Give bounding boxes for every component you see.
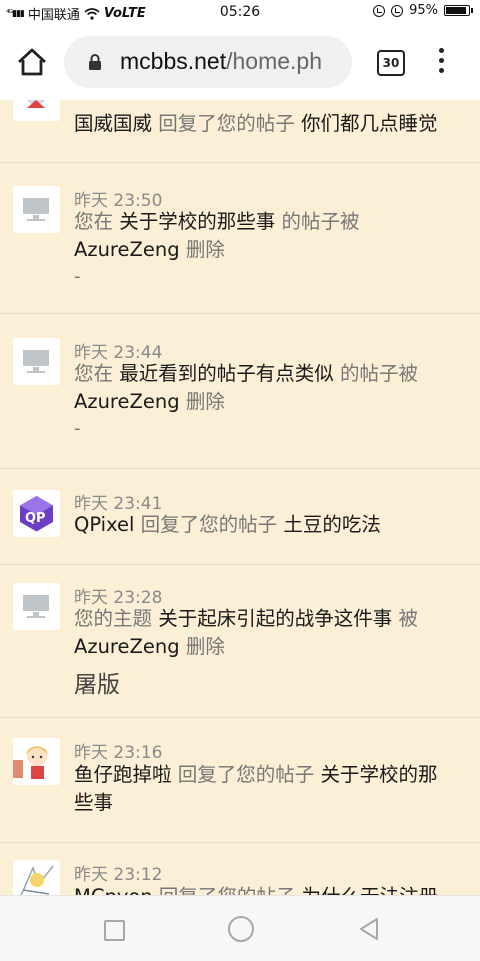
post-link[interactable]: 土豆的吃法 (283, 513, 381, 536)
prefix-text: 您的主题 (74, 607, 153, 630)
qpixel-avatar-icon: QP (13, 490, 60, 537)
actor-link[interactable]: QPixel (74, 513, 134, 536)
notification-text-line2: AzureZeng 删除 (74, 633, 225, 661)
home-circle-icon[interactable] (228, 916, 254, 942)
post-link[interactable]: 关于起床引起的战争这件事 (158, 607, 392, 630)
action-text: 回复了您的帖子 (159, 885, 296, 895)
post-link[interactable]: 关于学校的那 (320, 763, 437, 786)
actor-link[interactable]: 国威国威 (74, 112, 152, 135)
notification-time: 昨天 23:12 (74, 865, 163, 885)
avatar[interactable]: QP (13, 490, 60, 537)
notification-list: 国威国威 回复了您的帖子 你们都几点睡觉 昨天 23:50 您在 关于学校的那些… (0, 100, 480, 895)
notification-text: 您在 最近看到的帖子有点类似 的帖子被 (74, 360, 418, 388)
avatar[interactable] (13, 583, 60, 630)
notification-text: MCpyon 回复了您的帖子 为什么无法注册 (74, 883, 438, 895)
avatar[interactable] (13, 186, 60, 233)
system-nav-bar (0, 895, 480, 961)
prefix-text: 您在 (74, 210, 114, 233)
suffix-text: 被 (398, 607, 418, 630)
notification-item[interactable]: 昨天 23:50 您在 关于学校的那些事 的帖子被 AzureZeng 删除 - (0, 162, 480, 314)
notification-item[interactable]: 昨天 23:16 鱼仔跑掉啦 回复了您的帖子 关于学校的那 些事 (0, 718, 480, 843)
recents-square-icon[interactable] (104, 920, 125, 941)
action-text: 删除 (185, 390, 225, 413)
action-text: 回复了您的帖子 (177, 763, 315, 786)
girl-avatar-icon (13, 738, 60, 785)
home-icon[interactable] (16, 48, 48, 76)
actor-link[interactable]: AzureZeng (74, 635, 180, 658)
notification-text-line2: AzureZeng 删除 (74, 388, 225, 416)
notification-item[interactable]: 昨天 23:28 您的主题 关于起床引起的战争这件事 被 AzureZeng 删… (0, 565, 480, 718)
action-text: 回复了您的帖子 (140, 513, 278, 536)
alarm-icon (391, 4, 404, 17)
battery-icon (444, 5, 473, 16)
url-host: mcbbs.net (120, 48, 227, 74)
notification-item[interactable]: QP 昨天 23:41 QPixel 回复了您的帖子 土豆的吃法 (0, 469, 480, 565)
svg-text:QP: QP (25, 511, 46, 526)
notification-text: 您在 关于学校的那些事 的帖子被 (74, 208, 359, 236)
notification-text: 国威国威 回复了您的帖子 你们都几点睡觉 (74, 110, 437, 138)
url-path: /home.ph (226, 48, 323, 74)
action-text: 回复了您的帖子 (158, 112, 295, 135)
lock-rotation-icon (373, 4, 386, 17)
avatar[interactable] (13, 738, 60, 785)
mascot-avatar-icon (26, 100, 46, 108)
url-bar[interactable]: mcbbs.net/home.ph (64, 36, 352, 88)
notification-note: - (74, 266, 81, 287)
sketch-avatar-icon (13, 860, 60, 895)
avatar[interactable] (13, 860, 60, 895)
overflow-menu-icon[interactable] (436, 48, 446, 76)
browser-toolbar: mcbbs.net/home.ph 30 (0, 24, 480, 100)
url-text[interactable]: mcbbs.net/home.ph (120, 48, 322, 75)
actor-link[interactable]: 鱼仔跑掉啦 (74, 763, 172, 786)
lock-icon (89, 54, 101, 70)
status-bar: ⁴ᴳ▮▮▮ 中国联通 VoLTE 05:26 95% (0, 0, 480, 24)
notification-item[interactable]: 国威国威 回复了您的帖子 你们都几点睡觉 (0, 100, 480, 163)
back-triangle-icon[interactable] (358, 916, 380, 942)
notification-text: QPixel 回复了您的帖子 土豆的吃法 (74, 511, 381, 539)
post-link-cont[interactable]: 些事 (74, 791, 113, 814)
tab-switcher-button[interactable]: 30 (377, 50, 405, 76)
battery-percent: 95% (409, 3, 438, 18)
action-text: 删除 (185, 635, 225, 658)
action-text: 删除 (185, 238, 225, 261)
notification-item[interactable]: 昨天 23:44 您在 最近看到的帖子有点类似 的帖子被 AzureZeng 删… (0, 314, 480, 469)
notification-item[interactable]: 昨天 23:12 MCpyon 回复了您的帖子 为什么无法注册 (0, 843, 480, 895)
notification-note: - (74, 418, 81, 439)
actor-link[interactable]: AzureZeng (74, 238, 180, 261)
suffix-text: 的帖子被 (281, 210, 360, 233)
actor-link[interactable]: AzureZeng (74, 390, 180, 413)
notification-text: 鱼仔跑掉啦 回复了您的帖子 关于学校的那 (74, 761, 437, 789)
notification-text: 您的主题 关于起床引起的战争这件事 被 (74, 605, 418, 633)
battery-fill (446, 7, 466, 14)
avatar[interactable] (13, 100, 60, 121)
status-right: 95% (373, 3, 473, 18)
post-link[interactable]: 关于学校的那些事 (119, 210, 275, 233)
suffix-text: 的帖子被 (339, 362, 418, 385)
post-link[interactable]: 为什么无法注册 (302, 885, 439, 895)
avatar[interactable] (13, 338, 60, 385)
notification-text-line2: AzureZeng 删除 (74, 236, 225, 264)
actor-link[interactable]: MCpyon (74, 885, 153, 895)
prefix-text: 您在 (74, 362, 114, 385)
post-link[interactable]: 最近看到的帖子有点类似 (119, 362, 334, 385)
notification-text-line2: 些事 (74, 789, 113, 817)
notification-note: 屠版 (74, 672, 120, 698)
notification-time: 昨天 23:16 (74, 743, 163, 763)
post-link[interactable]: 你们都几点睡觉 (301, 112, 438, 135)
